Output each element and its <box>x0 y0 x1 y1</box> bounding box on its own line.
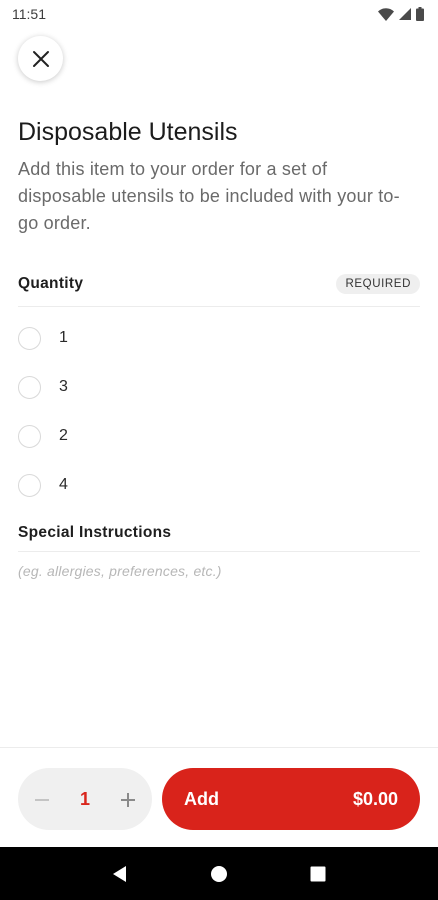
special-instructions-input[interactable]: (eg. allergies, preferences, etc.) <box>18 563 222 579</box>
minus-icon <box>35 799 49 801</box>
item-description: Add this item to your order for a set of… <box>18 159 400 233</box>
status-time: 11:51 <box>12 6 46 22</box>
quantity-option-label: 1 <box>59 329 68 346</box>
quantity-option-label: 4 <box>59 476 68 493</box>
required-badge: REQUIRED <box>336 274 420 294</box>
wifi-icon <box>378 7 394 21</box>
quantity-option-label: 2 <box>59 427 68 444</box>
system-nav-bar <box>0 847 438 900</box>
instructions-section-header: Special Instructions <box>18 524 420 542</box>
decrement-button[interactable] <box>34 786 50 812</box>
radio-button[interactable] <box>18 473 41 497</box>
add-button-label: Add <box>184 788 219 809</box>
close-icon <box>32 50 49 67</box>
plus-icon <box>120 793 135 807</box>
recents-square-icon[interactable] <box>309 865 327 883</box>
home-circle-icon[interactable] <box>210 865 228 883</box>
bottom-action-bar: 1 Add $0.00 <box>0 747 438 847</box>
quantity-option[interactable]: 4 <box>18 470 318 500</box>
back-triangle-icon[interactable] <box>111 865 129 883</box>
instructions-section-title: Special Instructions <box>18 524 172 541</box>
quantity-value: 1 <box>79 788 90 809</box>
divider <box>18 306 420 307</box>
increment-button[interactable] <box>120 786 136 812</box>
battery-icon <box>416 7 424 21</box>
status-icons <box>378 7 424 21</box>
item-title: Disposable Utensils <box>18 118 238 146</box>
quantity-option[interactable]: 1 <box>18 323 318 353</box>
quantity-option[interactable]: 3 <box>18 372 318 402</box>
quantity-option-label: 3 <box>59 378 68 395</box>
radio-button[interactable] <box>18 326 41 350</box>
radio-button[interactable] <box>18 424 41 448</box>
divider <box>18 551 420 552</box>
quantity-section-title: Quantity <box>18 275 84 292</box>
radio-button[interactable] <box>18 375 41 399</box>
close-button[interactable] <box>18 36 63 81</box>
add-to-order-button[interactable]: Add $0.00 <box>162 768 420 830</box>
quantity-stepper: 1 <box>18 768 152 830</box>
signal-icon <box>399 8 411 20</box>
quantity-option[interactable]: 2 <box>18 421 318 451</box>
status-bar: 11:51 <box>0 0 438 28</box>
quantity-section-header: Quantity REQUIRED <box>18 274 420 294</box>
add-button-price: $0.00 <box>352 788 398 809</box>
